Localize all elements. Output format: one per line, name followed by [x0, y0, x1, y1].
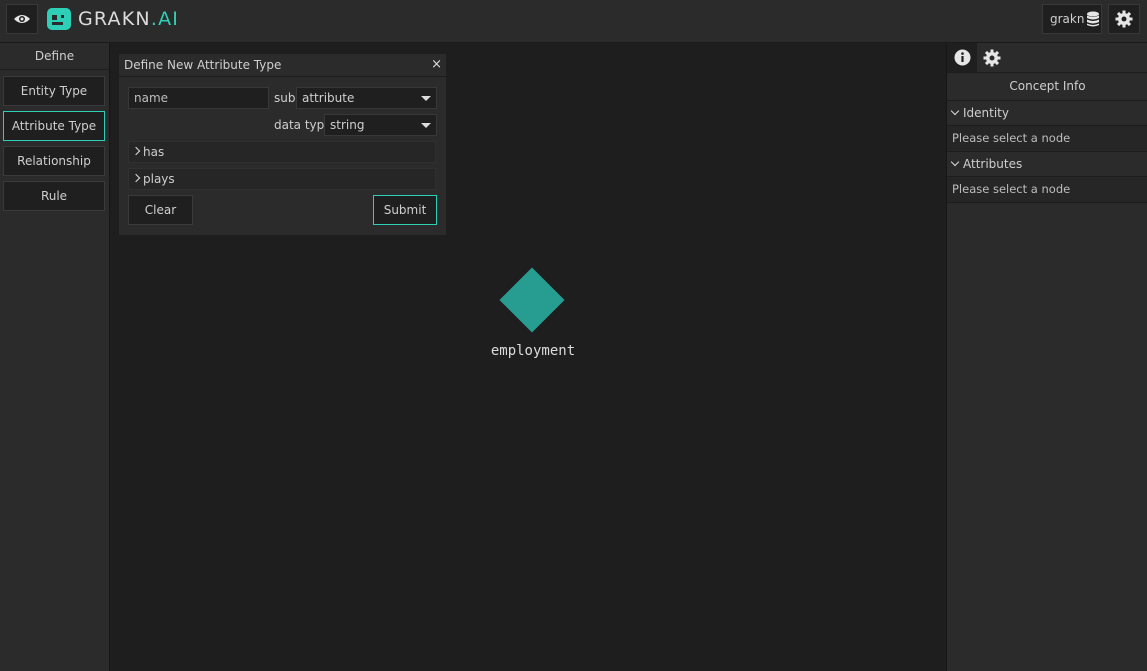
info-tabs: [947, 43, 1147, 72]
keyspace-selector[interactable]: grakn: [1042, 4, 1102, 34]
rule-button[interactable]: Rule: [3, 181, 105, 211]
database-icon: [1087, 11, 1100, 27]
concept-info-panel: Concept Info Identity Please select a no…: [946, 43, 1147, 671]
graph-node-label: employment: [490, 343, 576, 359]
has-label: has: [143, 145, 165, 159]
name-input[interactable]: name: [128, 87, 269, 109]
define-panel: Define Entity Type Attribute Type Relati…: [0, 43, 110, 671]
dialog-title: Define New Attribute Type: [124, 58, 282, 72]
submit-button[interactable]: Submit: [373, 195, 437, 225]
attributes-section-toggle[interactable]: Attributes: [947, 152, 1147, 177]
sub-select[interactable]: attribute: [296, 87, 437, 109]
sub-label: sub: [274, 91, 296, 105]
entity-type-button[interactable]: Entity Type: [3, 76, 105, 106]
caret-down-icon: [421, 123, 431, 128]
clear-button[interactable]: Clear: [128, 195, 193, 225]
data-type-select-value: string: [330, 118, 365, 132]
top-bar: GRAKN.AI grakn: [0, 0, 1147, 43]
concept-info-title: Concept Info: [947, 72, 1147, 101]
gear-icon: [1115, 10, 1133, 28]
attributes-label: Attributes: [963, 157, 1023, 171]
attribute-type-button[interactable]: Attribute Type: [3, 111, 105, 141]
eye-icon: [14, 15, 30, 23]
identity-label: Identity: [963, 106, 1009, 120]
has-section-toggle[interactable]: has: [128, 141, 436, 163]
relationship-type-button[interactable]: Relationship Type: [3, 146, 105, 196]
info-tab[interactable]: [947, 43, 977, 72]
plays-section-toggle[interactable]: plays: [128, 168, 436, 190]
logo-suffix: .AI: [150, 7, 180, 30]
dialog-header: Define New Attribute Type ×: [119, 54, 446, 77]
grakn-logo: GRAKN.AI: [46, 5, 179, 32]
chevron-down-icon: [950, 106, 960, 116]
keyspace-label: grakn: [1050, 12, 1085, 26]
logo-text: GRAKN.AI: [78, 8, 179, 30]
chevron-down-icon: [950, 157, 960, 167]
toggle-view-button[interactable]: [6, 4, 38, 34]
close-icon[interactable]: ×: [431, 54, 442, 76]
caret-down-icon: [421, 96, 431, 101]
settings-tab[interactable]: [977, 43, 1007, 72]
settings-button[interactable]: [1108, 4, 1140, 34]
chevron-right-icon: [131, 173, 141, 183]
grakn-robot-icon: [47, 7, 71, 30]
plays-label: plays: [143, 172, 175, 186]
chevron-right-icon: [131, 146, 141, 156]
define-attribute-dialog: Define New Attribute Type × name sub att…: [119, 54, 446, 235]
name-input-placeholder: name: [134, 91, 169, 105]
sub-select-value: attribute: [302, 91, 355, 105]
identity-section-toggle[interactable]: Identity: [947, 101, 1147, 126]
identity-empty-text: Please select a node: [947, 126, 1147, 152]
data-type-select[interactable]: string: [324, 114, 437, 136]
attributes-empty-text: Please select a node: [947, 177, 1147, 203]
info-icon: [954, 49, 970, 66]
define-panel-title: Define: [0, 43, 109, 70]
data-type-label: data type: [274, 118, 332, 132]
gear-icon: [983, 49, 1001, 66]
logo-word: GRAKN: [78, 7, 151, 30]
